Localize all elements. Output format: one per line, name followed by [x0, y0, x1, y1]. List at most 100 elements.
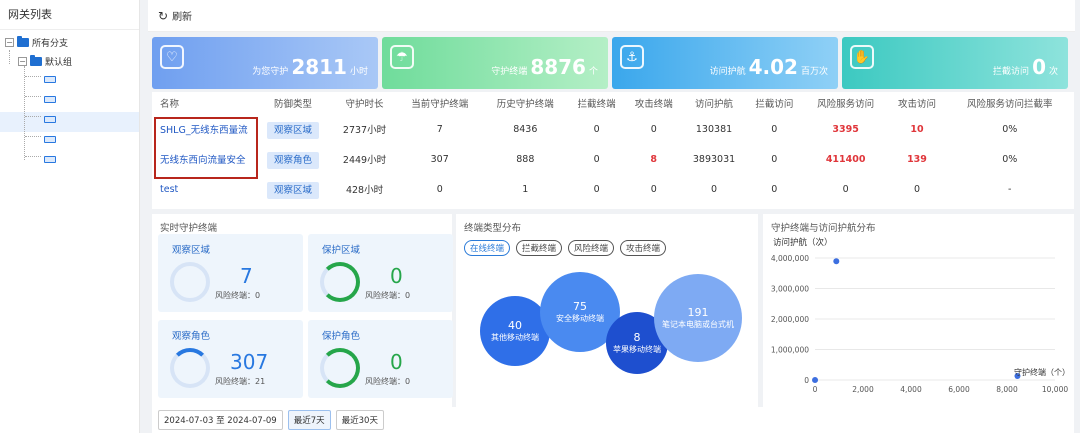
progress-ring: [320, 348, 360, 388]
cell: 411400: [825, 153, 866, 165]
gateway-device-icon: [44, 135, 56, 143]
realtime-card-sub: 风险终端：0: [365, 291, 411, 300]
gateway-device-icon: [44, 115, 56, 123]
y-tick-label: 2,000,000: [771, 315, 809, 324]
x-tick-label: 4,000: [900, 385, 922, 394]
realtime-card-label: 观察角色: [172, 331, 211, 342]
col-header: 防御类型: [274, 99, 313, 110]
date-range-picker[interactable]: 2024-07-03 至 2024-07-09: [158, 410, 283, 430]
x-tick-label: 8,000: [996, 385, 1018, 394]
last-30-days-button[interactable]: 最近30天: [335, 410, 384, 430]
x-tick-label: 0: [813, 385, 818, 394]
cell: 8436: [513, 123, 538, 135]
stat-cards: ♡ 为您守护 2811 小时 ☂ 守护终端 8876 个 ⚓ 访问护航 4.02 百万次 ✋…: [152, 37, 1068, 89]
table-row[interactable]: 无线东西向流量安全 观察角色 2449小时 307 888 0 8 389303…: [152, 144, 1074, 174]
realtime-card: 保护区域 0 风险终端：0: [308, 234, 453, 312]
x-tick-label: 2,000: [852, 385, 874, 394]
scatter-point: [812, 377, 819, 383]
cell: 888: [516, 153, 535, 165]
card-value: 0: [1032, 55, 1046, 79]
y-tick-label: 3,000,000: [771, 285, 809, 294]
gateway-device-icon: [44, 75, 56, 83]
table-row[interactable]: SHLG_无线东西量流 观察区域 2737小时 7 8436 0 0 13038…: [152, 114, 1074, 144]
realtime-card-value: 307: [230, 350, 269, 374]
panel-title: 终端类型分布: [464, 223, 522, 234]
refresh-icon[interactable]: ↻: [158, 9, 168, 23]
cell: 10: [910, 123, 924, 135]
tree-node-device[interactable]: [44, 92, 56, 106]
col-header: 历史守护终端: [496, 99, 554, 110]
tree-node-label: 所有分支: [32, 38, 69, 49]
cell: 3395: [832, 123, 859, 135]
tab-online[interactable]: 在线终端: [464, 240, 511, 256]
y-tick-label: 0: [804, 376, 809, 385]
defense-type-tag: 观察角色: [267, 152, 320, 169]
col-header: 名称: [160, 99, 180, 110]
cell: 0: [593, 153, 600, 165]
folder-icon: [30, 54, 42, 66]
card-visit-escort: ⚓ 访问护航 4.02 百万次: [612, 37, 838, 89]
cell: -: [1008, 183, 1012, 195]
last-7-days-button[interactable]: 最近7天: [287, 410, 331, 430]
collapse-icon[interactable]: −: [5, 37, 14, 47]
progress-ring: [320, 262, 360, 302]
x-tick-label: 6,000: [948, 385, 970, 394]
col-header: 守护时长: [345, 99, 384, 110]
refresh-button[interactable]: 刷新: [172, 8, 192, 23]
col-header: 拦截访问: [755, 99, 794, 110]
cell: 0: [593, 123, 600, 135]
realtime-card-value: 0: [390, 264, 403, 288]
anchor-icon: ⚓: [620, 45, 644, 69]
folder-icon: [17, 35, 29, 47]
cell: 2449小时: [342, 155, 387, 166]
selected-row-highlight: [0, 112, 139, 132]
col-header: 攻击访问: [897, 99, 936, 110]
realtime-card: 观察区域 7 风险终端：0: [158, 234, 303, 312]
umbrella-icon: ☂: [390, 45, 414, 69]
tab-risk[interactable]: 风险终端: [568, 240, 615, 256]
realtime-card: 保护角色 0 风险终端：0: [308, 320, 453, 398]
cell: 0: [650, 123, 657, 135]
y-tick-label: 1,000,000: [771, 346, 809, 355]
realtime-card-label: 保护区域: [322, 245, 361, 256]
col-header: 攻击终端: [634, 99, 673, 110]
collapse-icon[interactable]: −: [18, 56, 27, 66]
y-tick-label: 4,000,000: [771, 254, 809, 263]
card-blocked-visits: ✋ 拦截访问 0 次: [842, 37, 1068, 89]
gateway-sidebar: 网关列表 − 所有分支 − 默认组: [0, 0, 140, 433]
tree-node-device[interactable]: [44, 132, 56, 146]
tree-node-device[interactable]: [44, 112, 56, 126]
bubble-laptop-desktop[interactable]: 191 笔记本电脑或台式机: [654, 274, 742, 362]
card-value: 2811: [291, 55, 347, 79]
cell: 0%: [1002, 123, 1018, 135]
col-header: 风险服务访问: [817, 99, 875, 110]
cell: 0: [913, 183, 921, 195]
tree-node-device[interactable]: [44, 152, 56, 166]
scatter-panel: 守护终端与访问护航分布 访问护航（次） 4,000,000 3,000,000 2,…: [763, 214, 1074, 407]
card-value: 8876: [530, 55, 586, 79]
tree-node-all-branches[interactable]: − 所有分支: [5, 35, 68, 49]
scatter-point: [833, 258, 840, 265]
scatter-chart: 4,000,000 3,000,000 2,000,000 1,000,000 00 2,…: [771, 254, 1069, 394]
progress-ring: [170, 348, 210, 388]
cell: 8: [650, 153, 658, 165]
realtime-card-value: 0: [390, 350, 403, 374]
tab-blocked[interactable]: 拦截终端: [516, 240, 563, 256]
defense-type-tag: 观察区域: [267, 122, 320, 139]
toolbar: ↻ 刷新: [148, 0, 1075, 32]
realtime-card-sub: 风险终端：0: [215, 291, 261, 300]
card-guard-hours: ♡ 为您守护 2811 小时: [152, 37, 378, 89]
tab-attack[interactable]: 攻击终端: [620, 240, 667, 256]
tree-node-default-group[interactable]: − 默认组: [18, 54, 72, 68]
sidebar-title: 网关列表: [0, 0, 139, 30]
card-value: 4.02: [748, 55, 798, 79]
cell: 428小时: [345, 185, 384, 196]
realtime-card-label: 保护角色: [322, 331, 361, 342]
cell: 0: [771, 153, 778, 165]
table-row[interactable]: test 观察区域 428小时 0 1 0 0 0 0 0 0 -: [152, 174, 1074, 204]
realtime-card-sub: 风险终端：0: [365, 377, 411, 386]
tree-node-device[interactable]: [44, 72, 56, 86]
x-axis-label: 守护终端（个）: [1014, 368, 1070, 377]
col-header: 访问护航: [695, 99, 734, 110]
cell: 0%: [1002, 153, 1018, 165]
